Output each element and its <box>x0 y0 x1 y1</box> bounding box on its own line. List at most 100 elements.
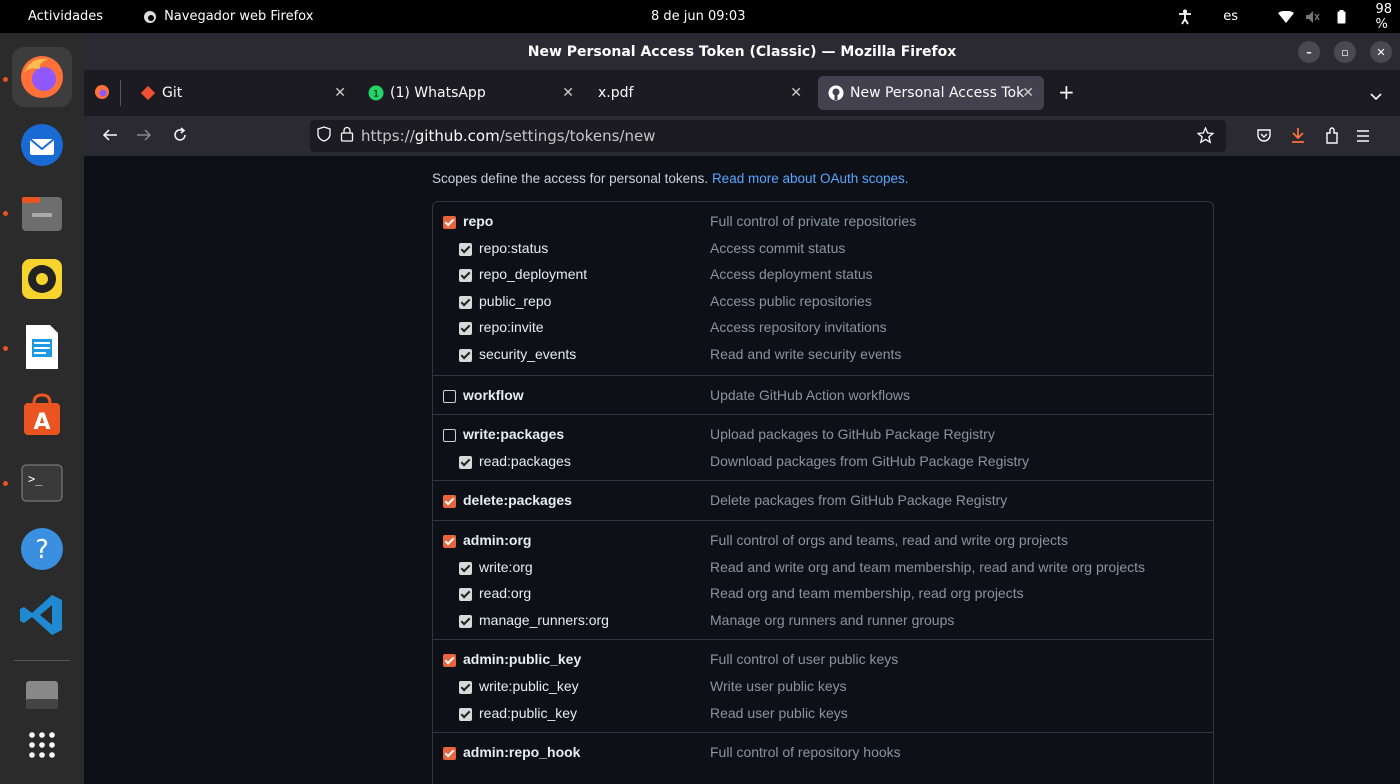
pocket-icon[interactable] <box>1256 128 1272 148</box>
activities-button[interactable]: Actividades <box>28 9 103 24</box>
window-titlebar[interactable]: New Personal Access Token (Classic) — Mo… <box>84 33 1400 70</box>
sub-scope-row[interactable]: repo:status Access commit status <box>433 236 1213 262</box>
sub-scope-row[interactable]: security_events Read and write security e… <box>433 342 1213 368</box>
reload-icon[interactable] <box>172 127 188 147</box>
scope-checkbox[interactable] <box>459 242 472 256</box>
scope-description: Upload packages to GitHub Package Regist… <box>710 426 995 443</box>
scope-row[interactable]: admin:org Full control of orgs and teams,… <box>433 528 1213 554</box>
thunderbird-icon[interactable] <box>12 115 72 175</box>
scope-row[interactable]: admin:repo_hook Full control of repositor… <box>433 740 1213 766</box>
sub-scope-row[interactable]: repo_deployment Access deployment status <box>433 262 1213 288</box>
tab-close-icon[interactable]: ✕ <box>1022 85 1034 101</box>
volume-muted-icon[interactable] <box>1306 10 1320 23</box>
forward-icon[interactable] <box>136 127 152 147</box>
list-all-tabs-icon[interactable] <box>1370 86 1382 105</box>
scope-name: repo:invite <box>479 319 544 336</box>
scope-checkbox[interactable] <box>459 614 472 628</box>
minimize-icon[interactable]: – <box>1298 41 1320 63</box>
scope-description: Access repository invitations <box>710 319 887 336</box>
tab-close-icon[interactable]: ✕ <box>790 85 802 101</box>
show-apps-icon[interactable] <box>12 715 72 775</box>
tracking-protection-icon[interactable] <box>316 126 332 146</box>
back-icon[interactable] <box>102 127 118 147</box>
scope-row[interactable]: write:packages Upload packages to GitHub … <box>433 422 1213 448</box>
firefox-icon[interactable] <box>12 47 72 107</box>
running-indicator <box>3 77 8 82</box>
sub-scope-row[interactable]: write:org Read and write org and team mem… <box>433 555 1213 581</box>
scope-description: Download packages from GitHub Package Re… <box>710 452 1030 469</box>
url-domain: github.com <box>414 127 500 145</box>
firefox-view-icon[interactable] <box>94 84 110 104</box>
scope-checkbox[interactable] <box>459 588 472 602</box>
scope-description: Delete packages from GitHub Package Regi… <box>710 492 1008 509</box>
app-name-label: Navegador web Firefox <box>164 9 314 24</box>
vscode-icon[interactable] <box>12 585 72 645</box>
close-icon[interactable]: ✕ <box>1370 41 1392 63</box>
tab-close-icon[interactable]: ✕ <box>334 85 346 101</box>
accessibility-icon[interactable] <box>1178 9 1192 25</box>
scope-checkbox[interactable] <box>459 455 472 469</box>
app-menu[interactable]: Navegador web Firefox <box>143 9 313 24</box>
rhythmbox-icon[interactable] <box>12 249 72 309</box>
app-center-icon[interactable]: A <box>12 385 72 445</box>
scope-row[interactable]: delete:packages Delete packages from GitH… <box>433 488 1213 514</box>
tab-whatsapp[interactable]: 1 (1) WhatsApp ✕ <box>358 76 584 110</box>
scope-checkbox[interactable] <box>459 322 472 336</box>
sub-scope-row[interactable]: manage_runners:org Manage org runners and… <box>433 608 1213 634</box>
battery-icon[interactable] <box>1337 9 1346 24</box>
bookmark-star-icon[interactable] <box>1196 126 1215 148</box>
extensions-icon[interactable] <box>1324 127 1340 148</box>
lock-icon[interactable] <box>340 126 354 146</box>
scope-checkbox[interactable] <box>443 654 456 668</box>
new-tab-icon[interactable]: + <box>1058 80 1075 104</box>
scope-row[interactable]: admin:public_key Full control of user pub… <box>433 647 1213 673</box>
scope-description: Full control of orgs and teams, read and… <box>710 532 1068 548</box>
sub-scope-row[interactable]: read:org Read org and team membership, re… <box>433 581 1213 607</box>
scope-checkbox[interactable] <box>459 707 472 721</box>
scope-checkbox[interactable] <box>459 295 472 309</box>
terminal-icon[interactable]: >_ <box>12 453 72 513</box>
scope-checkbox[interactable] <box>443 495 456 509</box>
tab-close-icon[interactable]: ✕ <box>562 85 574 101</box>
scope-description: Full control of user public keys <box>710 651 899 668</box>
sub-scope-row[interactable]: write:public_key Write user public keys <box>433 674 1213 700</box>
scope-row[interactable]: workflow Update GitHub Action workflows <box>433 383 1213 409</box>
sub-scope-row[interactable]: public_repo Access public repositories <box>433 289 1213 315</box>
writer-icon[interactable] <box>12 317 72 377</box>
scope-checkbox[interactable] <box>459 680 472 694</box>
tab-github-token[interactable]: New Personal Access Tok ✕ <box>818 76 1044 110</box>
oauth-scopes-link[interactable]: Read more about OAuth scopes. <box>712 171 909 186</box>
scope-checkbox[interactable] <box>459 561 472 575</box>
scope-description: Access public repositories <box>710 292 872 309</box>
maximize-icon[interactable]: ▫ <box>1334 41 1356 63</box>
svg-text:A: A <box>33 410 50 435</box>
scope-checkbox[interactable] <box>443 389 456 403</box>
url-text: https://github.com/settings/tokens/new <box>361 127 655 145</box>
scope-checkbox[interactable] <box>443 535 456 548</box>
url-bar[interactable]: https://github.com/settings/tokens/new <box>310 120 1226 152</box>
menu-icon[interactable] <box>1356 128 1370 147</box>
scope-group: admin:repo_hook Full control of repositor… <box>433 732 1213 772</box>
running-indicator <box>3 346 8 351</box>
wifi-icon[interactable] <box>1278 10 1294 23</box>
tab-git[interactable]: Git ✕ <box>130 76 356 110</box>
scope-checkbox[interactable] <box>459 349 472 362</box>
scope-checkbox[interactable] <box>459 269 472 283</box>
scope-name: write:public_key <box>479 677 579 694</box>
sub-scope-row[interactable]: read:public_key Read user public keys <box>433 701 1213 727</box>
help-icon[interactable]: ? <box>12 519 72 579</box>
tab-label: x.pdf <box>598 85 634 101</box>
keyboard-layout[interactable]: es <box>1223 9 1238 24</box>
tab-pdf[interactable]: x.pdf ✕ <box>586 76 812 110</box>
scope-group: admin:public_key Full control of user pub… <box>433 639 1213 732</box>
clock[interactable]: 8 de jun 09:03 <box>651 9 851 24</box>
downloads-icon[interactable] <box>1290 127 1306 148</box>
scope-checkbox[interactable] <box>443 216 456 229</box>
sub-scope-row[interactable]: read:packages Download packages from GitH… <box>433 449 1213 475</box>
files-icon[interactable] <box>12 183 72 243</box>
sub-scope-row[interactable]: repo:invite Access repository invitations <box>433 315 1213 341</box>
scope-checkbox[interactable] <box>443 429 456 443</box>
url-path: /settings/tokens/new <box>499 127 656 145</box>
scope-row[interactable]: repo Full control of private repositories <box>433 209 1213 235</box>
scope-checkbox[interactable] <box>443 747 456 761</box>
